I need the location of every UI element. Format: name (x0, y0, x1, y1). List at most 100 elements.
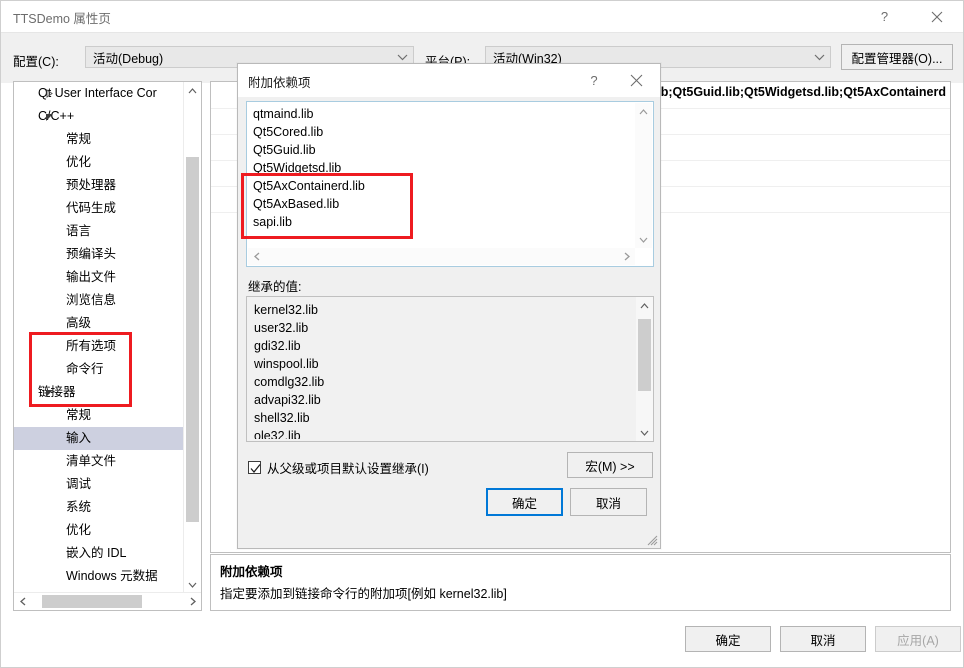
tree-item[interactable]: 所有选项 (14, 335, 201, 358)
tree-item-label: 浏览信息 (66, 293, 117, 307)
dependencies-vertical-scrollbar[interactable] (635, 103, 652, 248)
dialog-cancel-button[interactable]: 取消 (570, 488, 647, 516)
triangle-down-icon[interactable] (38, 381, 60, 404)
inherit-checkbox-row[interactable]: 从父级或项目默认设置继承(I) (248, 458, 429, 477)
inherited-scroll-thumb[interactable] (638, 319, 651, 391)
dependencies-horizontal-scrollbar[interactable] (248, 248, 635, 265)
tree-item[interactable]: 代码生成 (14, 197, 201, 220)
chevron-down-icon (808, 54, 830, 61)
list-item[interactable]: Qt5AxContainerd.lib (249, 177, 634, 195)
inherited-list-items: kernel32.lib user32.lib gdi32.lib winspool.… (250, 301, 634, 439)
cancel-button[interactable]: 取消 (780, 626, 866, 652)
list-item[interactable]: qtmaind.lib (249, 105, 634, 123)
dialog-ok-button[interactable]: 确定 (486, 488, 563, 516)
chevron-down-icon (391, 54, 413, 61)
tree-item-label: 系统 (66, 500, 92, 514)
chevron-up-icon[interactable] (635, 103, 652, 120)
list-item: comdlg32.lib (254, 375, 325, 389)
tree-item-label: 输出文件 (66, 270, 117, 284)
dependencies-listbox[interactable]: qtmaind.lib Qt5Cored.lib Qt5Guid.lib Qt5Wid… (246, 101, 654, 267)
tree-item[interactable]: 输出文件 (14, 266, 201, 289)
tree-item[interactable]: 调试 (14, 473, 201, 496)
tree-item-label: 语言 (66, 224, 92, 238)
dialog-title: 附加依赖项 (248, 76, 311, 90)
tree-item-label: 高级 (66, 316, 92, 330)
macro-button[interactable]: 宏(M) >> (567, 452, 653, 478)
tree-item-label: 代码生成 (66, 201, 117, 215)
window-titlebar: TTSDemo 属性页 ? (1, 1, 963, 32)
dialog-close-button[interactable] (616, 64, 656, 97)
chevron-down-icon[interactable] (635, 231, 652, 248)
ok-button[interactable]: 确定 (685, 626, 771, 652)
settings-tree-panel: Qt User Interface Cor C/C++ 常规 优化 预处理器 代码生成 语言… (13, 81, 202, 611)
chevron-left-icon[interactable] (14, 593, 31, 610)
resize-grip-icon[interactable] (646, 534, 658, 546)
close-button[interactable] (914, 1, 959, 32)
description-body: 指定要添加到链接命令行的附加项[例如 kernel32.lib] (220, 587, 507, 601)
tree-item[interactable]: 预处理器 (14, 174, 201, 197)
tree-item[interactable]: 优化 (14, 151, 201, 174)
chevron-up-icon[interactable] (636, 297, 653, 314)
tree-horizontal-scrollbar[interactable] (14, 592, 201, 610)
tree-item[interactable]: 高级 (14, 312, 201, 335)
tree-item[interactable]: 输入 (14, 427, 201, 450)
window-title: TTSDemo 属性页 (13, 12, 111, 26)
tree-item[interactable]: C/C++ (14, 105, 201, 128)
tree-item[interactable]: 常规 (14, 128, 201, 151)
chevron-up-icon[interactable] (184, 82, 201, 99)
dialog-help-button[interactable]: ? (574, 64, 614, 97)
inherited-vertical-scrollbar[interactable] (636, 297, 653, 441)
inherit-checkbox[interactable] (248, 461, 261, 474)
inherited-values-listbox: kernel32.lib user32.lib gdi32.lib winspool.… (246, 296, 654, 442)
tree-item-label: Windows 元数据 (66, 569, 158, 583)
tree-item[interactable]: 预编译头 (14, 243, 201, 266)
list-item: kernel32.lib (254, 303, 318, 317)
question-mark-icon: ? (590, 73, 598, 88)
description-pane: 附加依赖项 指定要添加到链接命令行的附加项[例如 kernel32.lib] (210, 554, 951, 611)
chevron-right-icon[interactable] (184, 593, 201, 610)
tree-item-label: 命令行 (66, 362, 104, 376)
tree-item[interactable]: Qt User Interface Cor (14, 82, 201, 105)
tree-item[interactable]: 语言 (14, 220, 201, 243)
close-icon (931, 11, 942, 22)
chevron-left-icon[interactable] (248, 248, 265, 265)
list-item: shell32.lib (254, 411, 310, 425)
list-item[interactable]: Qt5AxBased.lib (249, 195, 634, 213)
tree-item[interactable]: 浏览信息 (14, 289, 201, 312)
tree-item[interactable]: Windows 元数据 (14, 565, 201, 588)
tree-item[interactable]: 优化 (14, 519, 201, 542)
list-item[interactable]: Qt5Guid.lib (249, 141, 634, 159)
property-pages-window: TTSDemo 属性页 ? 配置(C): 活动(Debug) 平台(P): 活动… (0, 0, 964, 668)
triangle-down-icon[interactable] (38, 105, 60, 128)
tree-item-label: 预编译头 (66, 247, 117, 261)
close-icon (630, 74, 642, 87)
list-item[interactable]: sapi.lib (249, 213, 634, 231)
tree-item-label: 调试 (66, 477, 92, 491)
tree-vertical-scrollbar[interactable] (183, 82, 201, 593)
inherit-checkbox-label: 从父级或项目默认设置继承(I) (267, 462, 429, 476)
inherited-values-label: 继承的值: (248, 280, 302, 294)
tree-item[interactable]: 系统 (14, 496, 201, 519)
tree-item[interactable]: 命令行 (14, 358, 201, 381)
tree-vertical-scroll-thumb[interactable] (186, 157, 199, 522)
help-button[interactable]: ? (862, 1, 907, 32)
tree-item[interactable]: 常规 (14, 404, 201, 427)
configuration-label: 配置(C): (13, 55, 59, 69)
chevron-down-icon[interactable] (636, 424, 653, 441)
dialog-body: qtmaind.lib Qt5Cored.lib Qt5Guid.lib Qt5Wid… (238, 97, 660, 548)
apply-button[interactable]: 应用(A) (875, 626, 961, 652)
triangle-right-icon[interactable] (38, 82, 60, 105)
chevron-right-icon[interactable] (618, 248, 635, 265)
list-item[interactable]: Qt5Cored.lib (249, 123, 634, 141)
dependencies-list-items[interactable]: qtmaind.lib Qt5Cored.lib Qt5Guid.lib Qt5Wid… (249, 105, 634, 247)
chevron-down-icon[interactable] (184, 576, 201, 593)
configuration-manager-button[interactable]: 配置管理器(O)... (841, 44, 953, 70)
tree-horizontal-scroll-thumb[interactable] (42, 595, 142, 608)
tree-item[interactable]: 链接器 (14, 381, 201, 404)
additional-dependencies-dialog: 附加依赖项 ? qtmaind.lib Qt5Cored.lib Qt5Guid.l… (237, 63, 661, 549)
list-item[interactable]: Qt5Widgetsd.lib (249, 159, 634, 177)
tree-item[interactable]: 嵌入的 IDL (14, 542, 201, 565)
dialog-titlebar: 附加依赖项 ? (238, 64, 660, 97)
settings-tree[interactable]: Qt User Interface Cor C/C++ 常规 优化 预处理器 代码生成 语言… (14, 82, 201, 593)
tree-item[interactable]: 清单文件 (14, 450, 201, 473)
